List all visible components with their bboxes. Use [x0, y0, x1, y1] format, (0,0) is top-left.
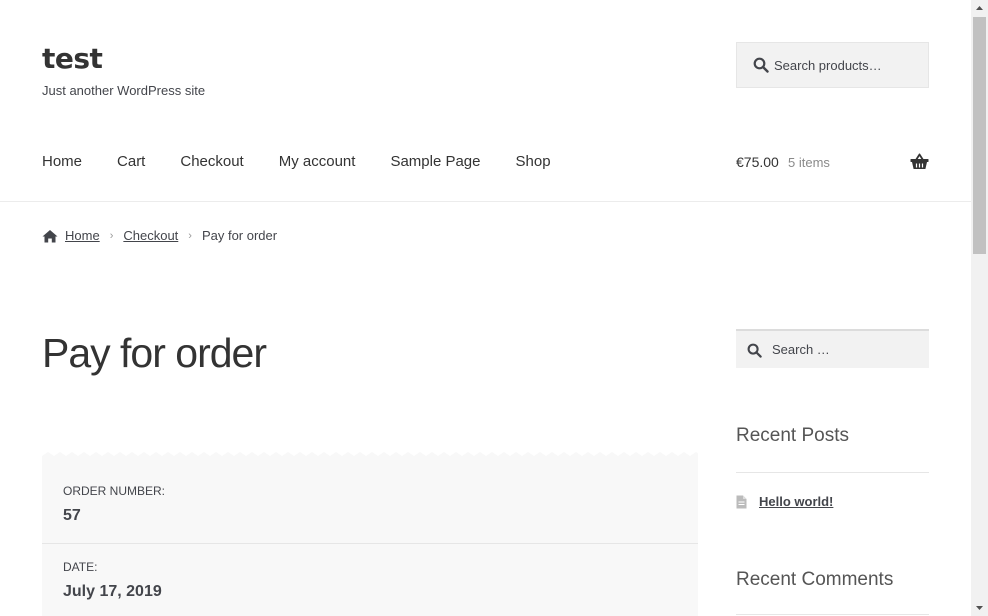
chevron-right-icon: ›: [188, 229, 192, 242]
home-icon: [42, 229, 58, 242]
product-search-placeholder: Search products…: [774, 58, 882, 73]
header-divider: [0, 201, 971, 202]
recent-post-link[interactable]: Hello world!: [759, 494, 833, 509]
breadcrumb-current: Pay for order: [201, 228, 278, 243]
recent-post-item: Hello world!: [736, 494, 833, 509]
date-label: DATE:: [63, 560, 98, 574]
cart-amount: €75.00: [736, 154, 779, 170]
cart-count: 5 items: [788, 155, 830, 170]
page-title: Pay for order: [42, 330, 267, 376]
nav-item-checkout[interactable]: Checkout: [180, 153, 243, 170]
scroll-up-arrow-icon[interactable]: [971, 0, 988, 17]
nav-item-my-account[interactable]: My account: [279, 153, 356, 170]
order-number-block: ORDER NUMBER: 57: [63, 484, 165, 525]
scroll-down-arrow-icon[interactable]: [971, 599, 988, 616]
nav-item-home[interactable]: Home: [42, 153, 82, 170]
nav-item-sample-page[interactable]: Sample Page: [390, 153, 480, 170]
overview-divider: [42, 543, 698, 544]
order-number-label: ORDER NUMBER:: [63, 484, 166, 498]
zigzag-edge: [42, 448, 698, 460]
search-icon: [753, 57, 769, 73]
order-date-block: DATE: July 17, 2019: [63, 560, 162, 601]
header-cart[interactable]: €75.00 5 items: [736, 153, 929, 173]
date-value: July 17, 2019: [63, 583, 162, 600]
chevron-right-icon: ›: [109, 229, 114, 242]
breadcrumb-checkout-link[interactable]: Checkout: [123, 228, 178, 243]
order-overview: ORDER NUMBER: 57 DATE: July 17, 2019: [42, 448, 698, 616]
recent-comments-title: Recent Comments: [736, 569, 894, 590]
site-description: Just another WordPress site: [42, 83, 206, 98]
nav-item-cart[interactable]: Cart: [117, 153, 145, 170]
widget-divider: [736, 472, 929, 473]
site-title[interactable]: test: [42, 42, 103, 75]
search-icon: [747, 343, 762, 358]
breadcrumb: Home › Checkout › Pay for order: [42, 228, 277, 243]
vertical-scrollbar[interactable]: [971, 0, 988, 616]
basket-icon: [910, 153, 929, 169]
sidebar-search-field[interactable]: Search …: [736, 329, 929, 368]
page: test Just another WordPress site Search …: [0, 0, 971, 616]
order-number-value: 57: [63, 507, 81, 524]
scrollbar-thumb[interactable]: [973, 17, 986, 254]
document-icon: [736, 495, 747, 508]
product-search-field[interactable]: Search products…: [736, 42, 929, 88]
recent-posts-title: Recent Posts: [736, 425, 849, 446]
primary-navigation: Home Cart Checkout My account Sample Pag…: [42, 153, 586, 170]
breadcrumb-home-link[interactable]: Home: [65, 228, 100, 243]
widget-divider: [736, 614, 929, 615]
nav-item-shop[interactable]: Shop: [516, 153, 551, 170]
sidebar-search-placeholder: Search …: [772, 342, 830, 357]
